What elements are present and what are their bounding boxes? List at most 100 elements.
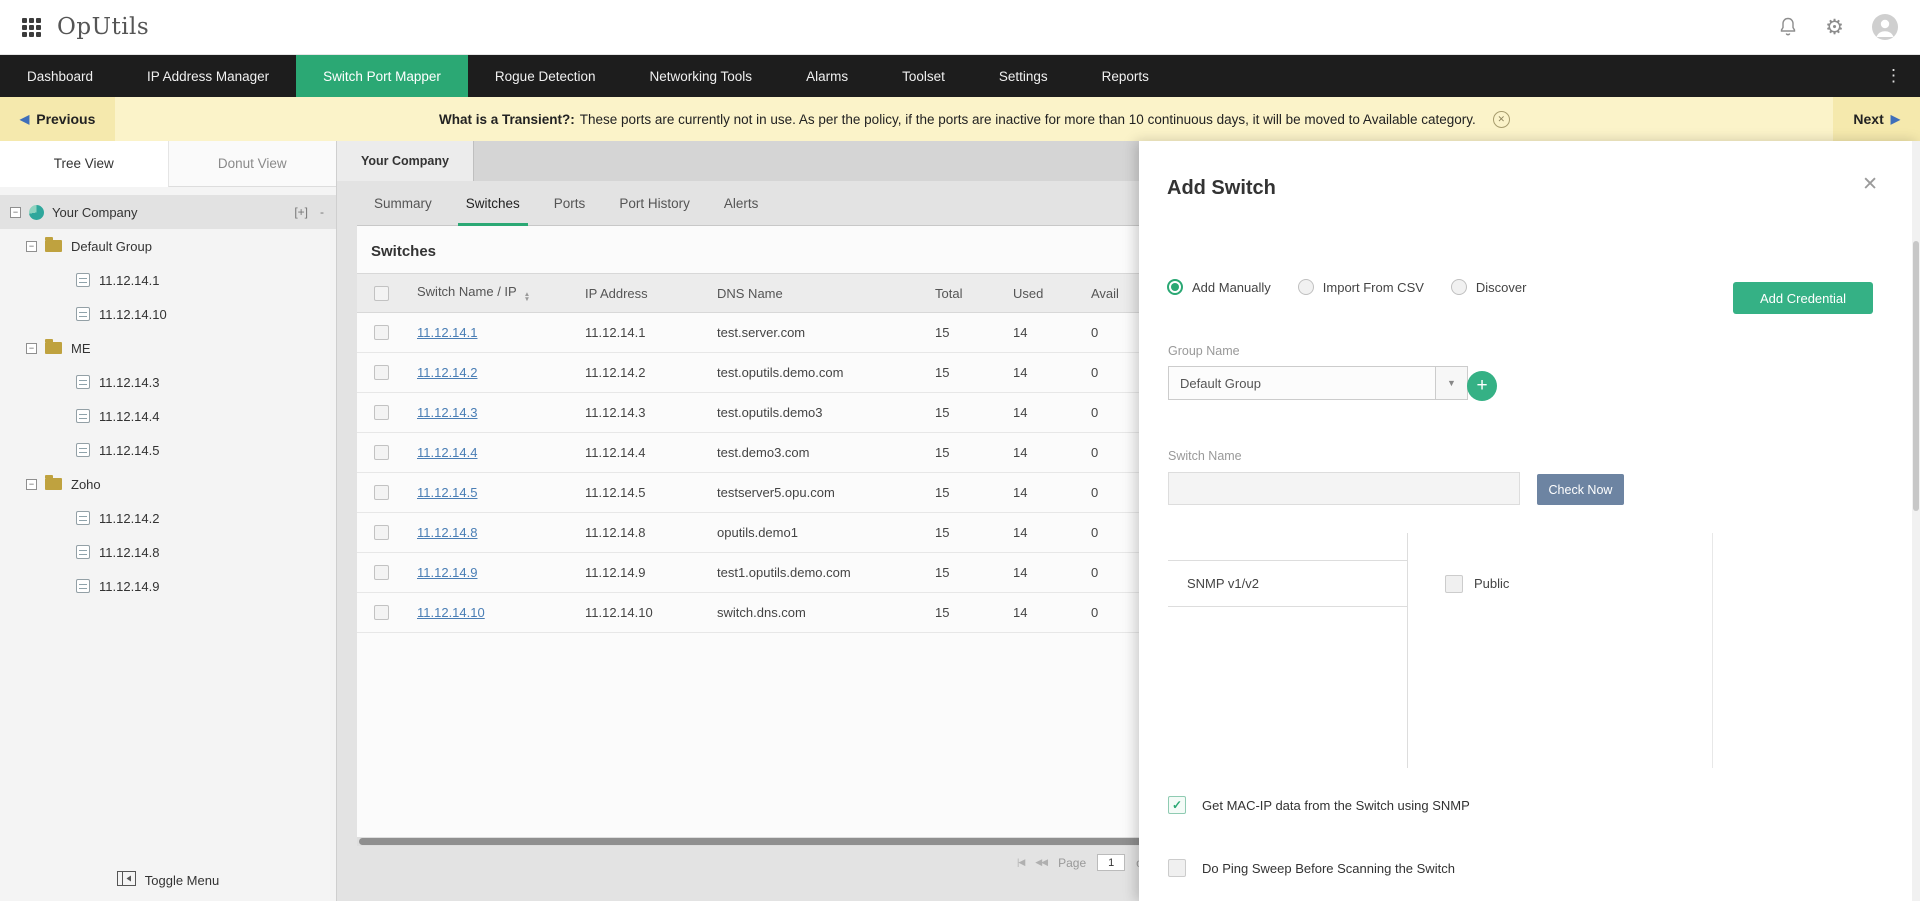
row-checkbox[interactable] — [374, 485, 389, 500]
collapse-box-icon[interactable]: − — [26, 343, 37, 354]
apps-grid-icon[interactable] — [22, 18, 41, 37]
public-checkbox[interactable] — [1445, 575, 1463, 593]
used-cell: 14 — [1001, 325, 1079, 340]
group-name-value: Default Group — [1169, 376, 1435, 391]
tree-switch-item[interactable]: 11.12.14.5 — [0, 433, 336, 467]
tab-switches[interactable]: Switches — [449, 181, 537, 225]
radio-discover[interactable]: Discover — [1451, 279, 1527, 295]
dns-cell: test.oputils.demo.com — [705, 365, 923, 380]
radio-import-from-csv[interactable]: Import From CSV — [1298, 279, 1424, 295]
row-checkbox[interactable] — [374, 605, 389, 620]
chevron-down-icon[interactable]: ▼ — [1435, 367, 1467, 399]
nav-item-reports[interactable]: Reports — [1075, 55, 1176, 97]
switch-label: 11.12.14.8 — [99, 545, 159, 560]
switch-link[interactable]: 11.12.14.4 — [417, 445, 477, 460]
horizontal-scrollbar-thumb[interactable] — [359, 838, 1242, 845]
row-checkbox[interactable] — [374, 445, 389, 460]
tree-root-your-company[interactable]: − Your Company [+] - — [0, 195, 336, 229]
ping-sweep-checkbox[interactable] — [1168, 859, 1186, 877]
banner-close-icon[interactable]: ✕ — [1493, 111, 1510, 128]
switch-link[interactable]: 11.12.14.3 — [417, 405, 477, 420]
collapse-box-icon[interactable]: − — [10, 207, 21, 218]
select-all-checkbox[interactable] — [374, 286, 389, 301]
switch-link[interactable]: 11.12.14.9 — [417, 565, 477, 580]
row-checkbox[interactable] — [374, 525, 389, 540]
vertical-scrollbar[interactable] — [1912, 141, 1920, 901]
tree-switch-item[interactable]: 11.12.14.8 — [0, 535, 336, 569]
add-group-control[interactable]: [+] — [294, 205, 308, 219]
row-checkbox[interactable] — [374, 365, 389, 380]
tab-alerts[interactable]: Alerts — [707, 181, 776, 225]
row-checkbox[interactable] — [374, 565, 389, 580]
radio-add-manually[interactable]: Add Manually — [1167, 279, 1271, 295]
switch-label: 11.12.14.1 — [99, 273, 159, 288]
nav-item-dashboard[interactable]: Dashboard — [0, 55, 120, 97]
tree-group-me[interactable]: − ME — [0, 331, 336, 365]
nav-item-switch-port-mapper[interactable]: Switch Port Mapper — [296, 55, 468, 97]
group-name-select[interactable]: Default Group ▼ — [1168, 366, 1468, 400]
column-header-dns[interactable]: DNS Name — [705, 286, 923, 301]
previous-label: Previous — [36, 111, 95, 127]
tree-switch-item[interactable]: 11.12.14.1 — [0, 263, 336, 297]
switch-link[interactable]: 11.12.14.10 — [417, 605, 485, 620]
panel-close-icon[interactable]: ✕ — [1862, 173, 1878, 196]
tab-donut-view[interactable]: Donut View — [168, 141, 337, 187]
row-checkbox[interactable] — [374, 405, 389, 420]
collapse-box-icon[interactable]: − — [26, 241, 37, 252]
tab-summary[interactable]: Summary — [357, 181, 449, 225]
page-number-input[interactable] — [1097, 854, 1125, 871]
tree-switch-item[interactable]: 11.12.14.3 — [0, 365, 336, 399]
credential-type-snmp[interactable]: SNMP v1/v2 — [1168, 560, 1407, 607]
tree-root-controls: [+] - — [294, 205, 324, 219]
add-credential-button[interactable]: Add Credential — [1733, 282, 1873, 314]
nav-overflow-menu-icon[interactable]: ⋮ — [1867, 55, 1920, 97]
tree-group-zoho[interactable]: − Zoho — [0, 467, 336, 501]
topbar-actions: ⚙ — [1779, 14, 1898, 40]
tree-switch-item[interactable]: 11.12.14.9 — [0, 569, 336, 603]
row-checkbox[interactable] — [374, 325, 389, 340]
nav-item-networking-tools[interactable]: Networking Tools — [623, 55, 780, 97]
column-header-ip[interactable]: IP Address — [573, 286, 705, 301]
switch-link[interactable]: 11.12.14.8 — [417, 525, 477, 540]
collapse-control[interactable]: - — [320, 205, 324, 219]
column-header-used[interactable]: Used — [1001, 286, 1079, 301]
tree-switch-item[interactable]: 11.12.14.4 — [0, 399, 336, 433]
tab-port-history[interactable]: Port History — [602, 181, 707, 225]
switch-link[interactable]: 11.12.14.2 — [417, 365, 477, 380]
add-group-button[interactable]: + — [1467, 371, 1497, 401]
vertical-scrollbar-thumb[interactable] — [1913, 241, 1919, 511]
nav-item-toolset[interactable]: Toolset — [875, 55, 972, 97]
tree-switch-item[interactable]: 11.12.14.2 — [0, 501, 336, 535]
nav-item-alarms[interactable]: Alarms — [779, 55, 875, 97]
switch-link[interactable]: 11.12.14.5 — [417, 485, 477, 500]
previous-page-icon[interactable]: ◀◀ — [1035, 857, 1047, 868]
first-page-icon[interactable]: |◀ — [1017, 857, 1024, 868]
check-now-button[interactable]: Check Now — [1537, 474, 1624, 505]
switch-link[interactable]: 11.12.14.1 — [417, 325, 477, 340]
get-mac-ip-checkbox[interactable]: ✓ — [1168, 796, 1186, 814]
toggle-menu-button[interactable]: Toggle Menu — [0, 859, 336, 901]
banner-message-title: What is a Transient?: — [439, 112, 575, 127]
nav-item-settings[interactable]: Settings — [972, 55, 1075, 97]
user-avatar[interactable] — [1872, 14, 1898, 40]
banner-next-button[interactable]: Next ▶ — [1833, 97, 1920, 141]
column-header-total[interactable]: Total — [923, 286, 1001, 301]
total-cell: 15 — [923, 605, 1001, 620]
tree-switch-item[interactable]: 11.12.14.10 — [0, 297, 336, 331]
tree-group-default-group[interactable]: − Default Group — [0, 229, 336, 263]
settings-gear-icon[interactable]: ⚙ — [1825, 17, 1844, 38]
used-cell: 14 — [1001, 485, 1079, 500]
switch-name-input[interactable] — [1168, 472, 1520, 505]
column-header-switch-name[interactable]: Switch Name / IP▲▼ — [405, 284, 573, 302]
page-tab-your-company[interactable]: Your Company — [337, 141, 474, 181]
sort-icon[interactable]: ▲▼ — [524, 292, 530, 302]
nav-item-rogue-detection[interactable]: Rogue Detection — [468, 55, 623, 97]
notifications-bell-icon[interactable] — [1779, 17, 1797, 37]
radio-label: Import From CSV — [1323, 280, 1424, 295]
tab-ports[interactable]: Ports — [537, 181, 603, 225]
banner-previous-button[interactable]: ◀ Previous — [0, 97, 115, 141]
nav-item-ip-address-manager[interactable]: IP Address Manager — [120, 55, 296, 97]
total-cell: 15 — [923, 565, 1001, 580]
tab-tree-view[interactable]: Tree View — [0, 141, 168, 187]
collapse-box-icon[interactable]: − — [26, 479, 37, 490]
